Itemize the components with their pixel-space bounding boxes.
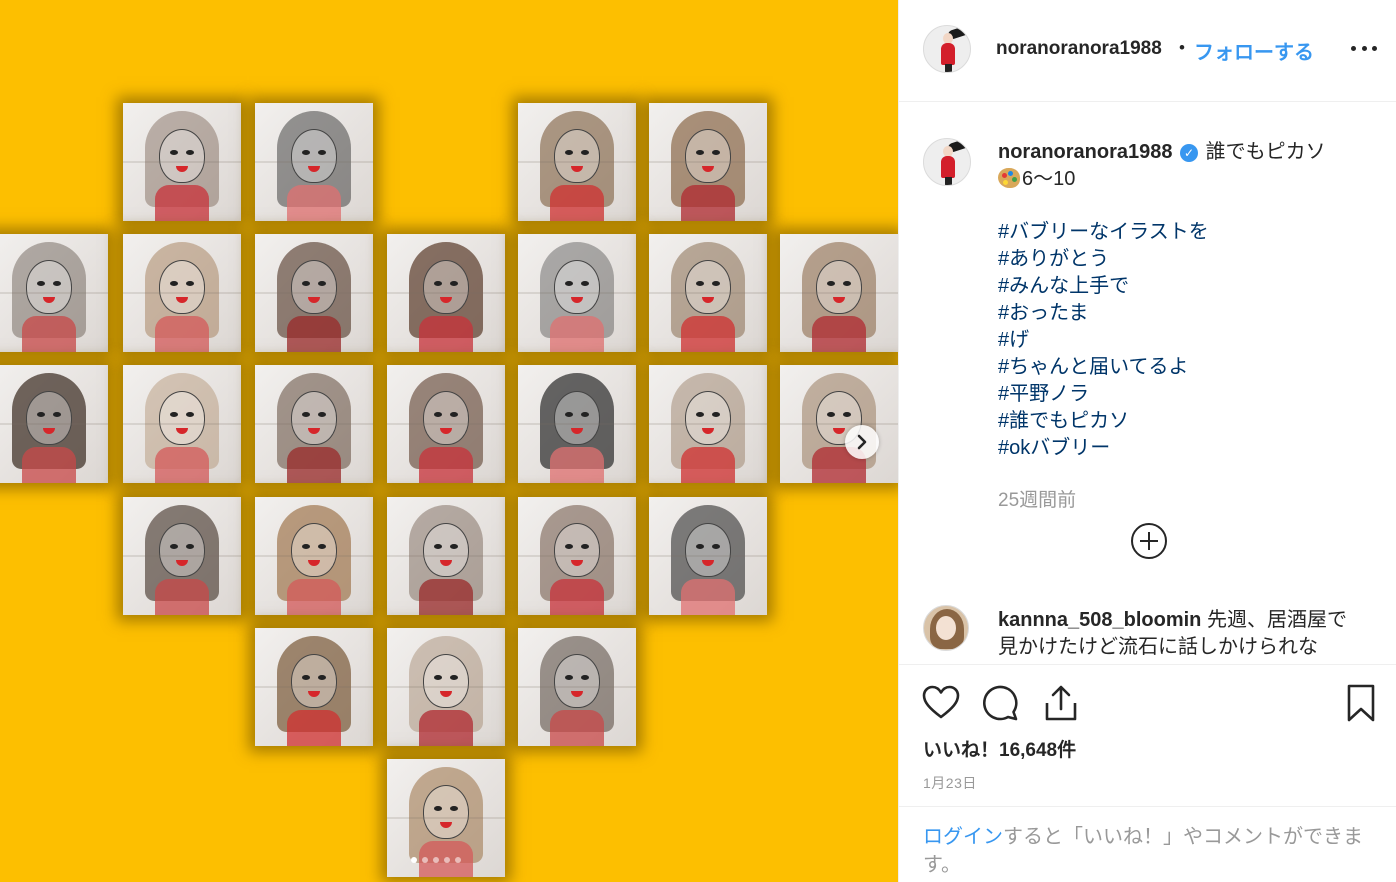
hashtag-link[interactable]: #okバブリー [998, 435, 1209, 462]
hashtag-link[interactable]: #平野ノラ [998, 381, 1209, 408]
avatar[interactable] [923, 25, 971, 73]
carousel-dot [444, 857, 450, 863]
carousel-dot [411, 857, 417, 863]
drawing-thumbnail [123, 103, 241, 221]
artist-palette-icon [998, 168, 1020, 188]
drawing-thumbnail [518, 234, 636, 352]
drawing-thumbnail [518, 365, 636, 483]
likes-count[interactable]: いいね！16,648件 [923, 735, 1076, 762]
follow-button[interactable]: フォローする [1194, 36, 1314, 65]
drawing-thumbnail [649, 234, 767, 352]
more-options-icon[interactable] [1351, 38, 1377, 58]
hashtag-link[interactable]: #ありがとう [998, 246, 1209, 273]
hashtag-link[interactable]: #バブリーなイラストを [998, 219, 1209, 246]
post-panel: noranoranora1988 • フォローする noranoranora19… [898, 0, 1396, 882]
likes-number: 16,648件 [999, 740, 1077, 761]
comment-username[interactable]: kannna_508_bloomin [998, 609, 1201, 631]
drawing-thumbnail [387, 628, 505, 746]
caption-avatar[interactable] [923, 138, 971, 186]
share-icon [1045, 685, 1077, 721]
save-button[interactable] [1341, 683, 1381, 723]
carousel-indicator [411, 857, 461, 863]
drawing-thumbnail [387, 365, 505, 483]
separator-dot: • [1179, 38, 1185, 57]
carousel-dot [433, 857, 439, 863]
hashtag-link[interactable]: #誰でもピカソ [998, 408, 1209, 435]
carousel-next-button[interactable] [845, 425, 879, 459]
comment: kannna_508_bloomin 先週、居酒屋で見かけたけど流石に話しかけら… [998, 607, 1358, 661]
login-prompt: ログインすると「いいね！」やコメントができます。 [899, 806, 1396, 882]
action-bar: いいね！16,648件 1月23日 [899, 664, 1396, 804]
drawing-thumbnail [123, 234, 241, 352]
drawing-thumbnail [0, 234, 108, 352]
hashtag-link[interactable]: #おったま [998, 300, 1209, 327]
post-media[interactable] [0, 0, 898, 882]
drawing-thumbnail [518, 628, 636, 746]
comment-bubble-icon [982, 685, 1018, 721]
carousel-dot [455, 857, 461, 863]
drawing-thumbnail [255, 365, 373, 483]
carousel-dot [422, 857, 428, 863]
drawing-thumbnail [255, 628, 373, 746]
drawing-thumbnail [649, 497, 767, 615]
share-button[interactable] [1041, 683, 1081, 723]
likes-label: いいね！ [923, 740, 1000, 761]
header-username[interactable]: noranoranora1988 [996, 38, 1162, 60]
post-caption: noranoranora1988 ✓ 誰でもピカソ 6〜10 [998, 139, 1378, 193]
drawing-thumbnail [649, 365, 767, 483]
drawing-thumbnail [123, 497, 241, 615]
login-link[interactable]: ログイン [923, 826, 1003, 848]
drawing-thumbnail [0, 365, 108, 483]
drawing-thumbnail [255, 103, 373, 221]
drawing-thumbnail [518, 497, 636, 615]
drawing-thumbnail [518, 103, 636, 221]
heart-icon [922, 685, 960, 719]
caption-username[interactable]: noranoranora1988 [998, 141, 1173, 163]
chevron-right-icon [857, 434, 867, 450]
caption-range: 6〜10 [1022, 168, 1076, 190]
hashtag-link[interactable]: #みんな上手で [998, 273, 1209, 300]
drawing-thumbnail [780, 234, 898, 352]
verified-badge-icon: ✓ [1180, 144, 1199, 162]
drawing-thumbnail [255, 234, 373, 352]
post-date[interactable]: 1月23日 [923, 773, 977, 793]
comment-avatar[interactable] [923, 605, 969, 651]
like-button[interactable] [921, 683, 961, 723]
bookmark-icon [1347, 684, 1375, 722]
hashtag-link[interactable]: #ちゃんと届いてるよ [998, 354, 1209, 381]
drawing-thumbnail [649, 103, 767, 221]
post-header: noranoranora1988 • フォローする [899, 0, 1396, 102]
drawing-thumbnail [780, 365, 898, 483]
hashtag-link[interactable]: #げ [998, 327, 1209, 354]
drawing-thumbnail [387, 497, 505, 615]
comment-button[interactable] [981, 683, 1021, 723]
drawing-thumbnail [387, 234, 505, 352]
caption-title: 誰でもピカソ [1205, 141, 1326, 163]
drawing-thumbnail [123, 365, 241, 483]
caption-time-ago[interactable]: 25週間前 [998, 485, 1076, 512]
drawing-thumbnail [255, 497, 373, 615]
load-more-comments-icon[interactable] [1131, 523, 1167, 559]
hashtag-list: #バブリーなイラストを #ありがとう #みんな上手で #おったま #げ #ちゃん… [998, 219, 1209, 462]
